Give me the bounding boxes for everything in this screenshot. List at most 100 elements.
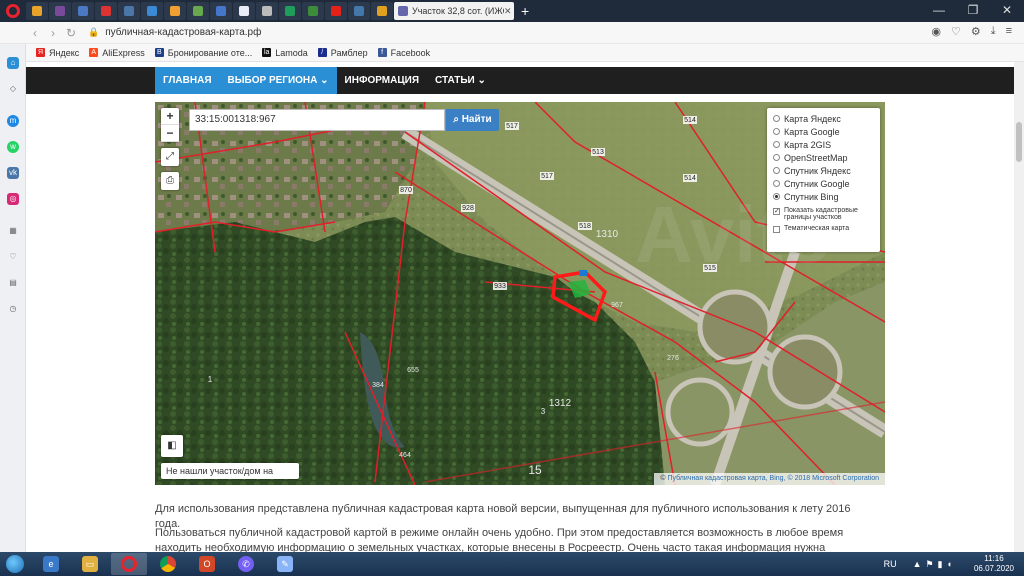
sidebar-messenger[interactable]: m (0, 108, 26, 134)
zoom-out-button[interactable]: − (161, 125, 179, 142)
taskbar-app[interactable]: e (33, 553, 69, 575)
tab[interactable] (325, 2, 347, 20)
maximize-button[interactable]: ❐ (956, 0, 990, 22)
new-tab-button[interactable]: + (521, 3, 529, 19)
site-icon (308, 6, 318, 16)
search-button[interactable]: ⌕ Найти (446, 109, 499, 131)
map-legend-icon[interactable]: ◧ (161, 435, 183, 457)
sidebar-vk[interactable]: vk (0, 160, 26, 186)
zoom-in-button[interactable]: + (161, 108, 179, 125)
svg-text:517: 517 (541, 173, 553, 180)
sidebar-instagram[interactable]: ◎ (0, 186, 26, 212)
svg-text:514: 514 (684, 175, 696, 182)
back-button[interactable]: ‹ (26, 26, 44, 40)
tab[interactable] (210, 2, 232, 20)
menu-icon[interactable]: ≡ (1006, 25, 1012, 38)
sidebar-news[interactable]: ▤ (0, 270, 26, 296)
minimize-button[interactable]: — (922, 0, 956, 22)
bookmark-label: Lamoda (275, 47, 308, 58)
attribution-link[interactable]: Публичная кадастровая карта (668, 475, 766, 482)
layer-label: Карта Яндекс (784, 113, 841, 124)
bookmark[interactable]: B Бронирование оте... (154, 48, 252, 58)
url-field[interactable]: 🔒 публичная-кадастровая-карта.рф (88, 27, 261, 38)
tab[interactable] (187, 2, 209, 20)
sidebar-bookmarks[interactable]: ♡ (0, 244, 26, 270)
sidebar-speed-dial[interactable]: ◇ (0, 76, 26, 102)
cadastral-search-input[interactable]: 33:15:001318:967 (189, 109, 445, 131)
tab[interactable] (72, 2, 94, 20)
language-indicator[interactable]: RU (884, 559, 897, 569)
scrollbar-thumb[interactable] (1016, 122, 1022, 162)
bookmark[interactable]: / Рамблер (317, 48, 368, 58)
tab[interactable] (348, 2, 370, 20)
svg-text:464: 464 (399, 452, 411, 459)
svg-text:655: 655 (407, 367, 419, 374)
thematic-map-checkbox[interactable]: Тематическая карта (773, 225, 874, 233)
not-found-link[interactable]: Не нашли участок/дом на карте? (161, 463, 299, 485)
tab[interactable] (164, 2, 186, 20)
tray-icons[interactable]: ▲⚑▮◖ (913, 559, 956, 570)
fullscreen-icon[interactable]: ⤢ (161, 148, 179, 166)
layer-option[interactable]: OpenStreetMap (773, 151, 874, 164)
tab-active[interactable]: Участок 32,8 сот. (ИЖС) с ✕ (394, 2, 514, 20)
layer-option[interactable]: Карта Яндекс (773, 112, 874, 125)
heart-icon[interactable]: ♡ (951, 25, 961, 38)
layer-option[interactable]: Спутник Google (773, 177, 874, 190)
print-icon[interactable]: ⎙ (161, 172, 179, 190)
tab[interactable] (95, 2, 117, 20)
layer-option[interactable]: Карта 2GIS (773, 138, 874, 151)
layer-option[interactable]: Карта Google (773, 125, 874, 138)
layer-option-selected[interactable]: Спутник Bing (773, 190, 874, 203)
vk-icon: vk (7, 167, 19, 179)
svg-text:518: 518 (579, 223, 591, 230)
bookmark[interactable]: Я Яндекс (36, 48, 79, 58)
tab[interactable] (118, 2, 140, 20)
tab[interactable] (26, 2, 48, 20)
nav-home[interactable]: ГЛАВНАЯ (155, 67, 220, 94)
reload-button[interactable]: ↻ (62, 26, 80, 40)
zoom-control: + − (161, 108, 179, 142)
windows-logo-icon (6, 555, 24, 573)
sidebar-whatsapp[interactable]: w (0, 134, 26, 160)
tab[interactable] (49, 2, 71, 20)
sidebar-extensions[interactable]: ▦ (0, 218, 26, 244)
sidebar-home[interactable]: ⌂ (0, 50, 26, 76)
aliexpress-icon: A (89, 48, 99, 57)
close-window-button[interactable]: ✕ (990, 0, 1024, 22)
bookmark[interactable]: f Facebook (377, 48, 430, 58)
cadastral-borders-checkbox[interactable]: ✓ Показать кадастровые границы участков (773, 207, 874, 221)
layer-option[interactable]: Спутник Яндекс (773, 164, 874, 177)
tab[interactable] (279, 2, 301, 20)
tab[interactable] (233, 2, 255, 20)
start-button[interactable] (0, 553, 30, 575)
taskbar-app[interactable]: ✆ (228, 553, 264, 575)
taskbar-app-active[interactable] (111, 553, 147, 575)
tab[interactable] (141, 2, 163, 20)
page-scrollbar[interactable] (1014, 62, 1024, 552)
cadastral-map[interactable]: 517 514 513 517 514 928 870 518 1310 515… (155, 102, 885, 485)
nav-region[interactable]: ВЫБОР РЕГИОНА ⌄ (219, 67, 337, 94)
tab[interactable] (302, 2, 324, 20)
tab[interactable] (371, 2, 393, 20)
forward-button[interactable]: › (44, 26, 62, 40)
taskbar-app[interactable]: ✎ (267, 553, 303, 575)
tab[interactable] (256, 2, 278, 20)
camera-icon[interactable]: ◉ (931, 25, 941, 38)
taskbar-app[interactable]: O (189, 553, 225, 575)
sidebar-history[interactable]: ◷ (0, 296, 26, 322)
close-tab-icon[interactable]: ✕ (504, 6, 512, 17)
nav-info[interactable]: ИНФОРМАЦИЯ (337, 67, 428, 94)
taskbar-app[interactable] (150, 553, 186, 575)
taskbar-app[interactable]: ▭ (72, 553, 108, 575)
nav-articles[interactable]: СТАТЬИ ⌄ (427, 67, 494, 94)
settings-icon[interactable]: ⚙ (971, 25, 981, 38)
paint-icon: ✎ (277, 556, 293, 572)
download-icon[interactable]: ⤓ (991, 25, 996, 38)
address-bar: ‹ › ↻ 🔒 публичная-кадастровая-карта.рф ◉… (0, 22, 1024, 44)
opera-menu-button[interactable] (0, 0, 26, 22)
map-attribution: © Публичная кадастровая карта, Bing, © 2… (654, 473, 885, 485)
bookmark[interactable]: A AliExpress (89, 48, 145, 58)
yandex-icon: Я (36, 48, 45, 57)
clock[interactable]: 11:16 06.07.2020 (974, 554, 1014, 574)
bookmark[interactable]: la Lamoda (262, 48, 308, 58)
